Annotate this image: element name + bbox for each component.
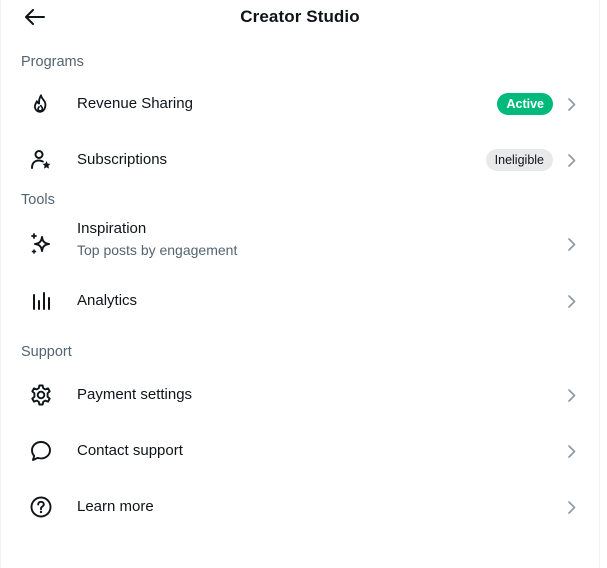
menu-item-label: Contact support [77,442,183,459]
menu-item-label: Subscriptions [77,151,168,168]
chevron-right-icon [566,293,578,309]
menu-item-payment-settings[interactable]: Payment settings [1,364,599,426]
back-button[interactable] [18,2,52,32]
menu-item-contact-support[interactable]: Contact support [1,426,599,476]
question-circle-icon [29,495,53,519]
chevron-right-icon [566,236,578,252]
section-title-tools: Tools [21,192,55,208]
menu-item-label: Analytics [77,292,138,309]
menu-item-subscriptions[interactable]: Subscriptions Ineligible [1,134,599,186]
gear-icon [29,383,53,407]
menu-item-label: Revenue Sharing [77,95,193,112]
menu-item-inspiration[interactable]: Inspiration Top posts by engagement [1,212,599,276]
chevron-right-icon [566,499,578,515]
chevron-right-icon [566,387,578,403]
creator-studio-panel: Creator Studio Programs Revenue Sharing … [0,0,600,568]
menu-item-sublabel: Top posts by engagement [77,242,238,258]
section-title-programs: Programs [21,54,84,70]
section-title-support: Support [21,344,72,360]
menu-item-revenue-sharing[interactable]: Revenue Sharing Active [1,74,599,134]
arrow-left-icon [25,9,45,25]
menu-item-label: Inspiration [77,220,147,237]
header: Creator Studio [1,0,599,33]
page-title: Creator Studio [240,6,360,26]
chat-bubble-icon [29,439,53,463]
menu-item-label: Learn more [77,498,154,515]
menu-item-analytics[interactable]: Analytics [1,276,599,326]
menu-item-label: Payment settings [77,386,193,403]
person-star-icon [29,148,53,172]
chevron-right-icon [566,152,578,168]
sparkle-icon [29,232,53,256]
chevron-right-icon [566,96,578,112]
flame-icon [29,92,53,116]
chevron-right-icon [566,443,578,459]
status-badge-active: Active [497,93,553,115]
status-badge-ineligible: Ineligible [485,149,553,171]
bar-chart-icon [29,289,53,313]
menu-item-learn-more[interactable]: Learn more [1,476,599,538]
